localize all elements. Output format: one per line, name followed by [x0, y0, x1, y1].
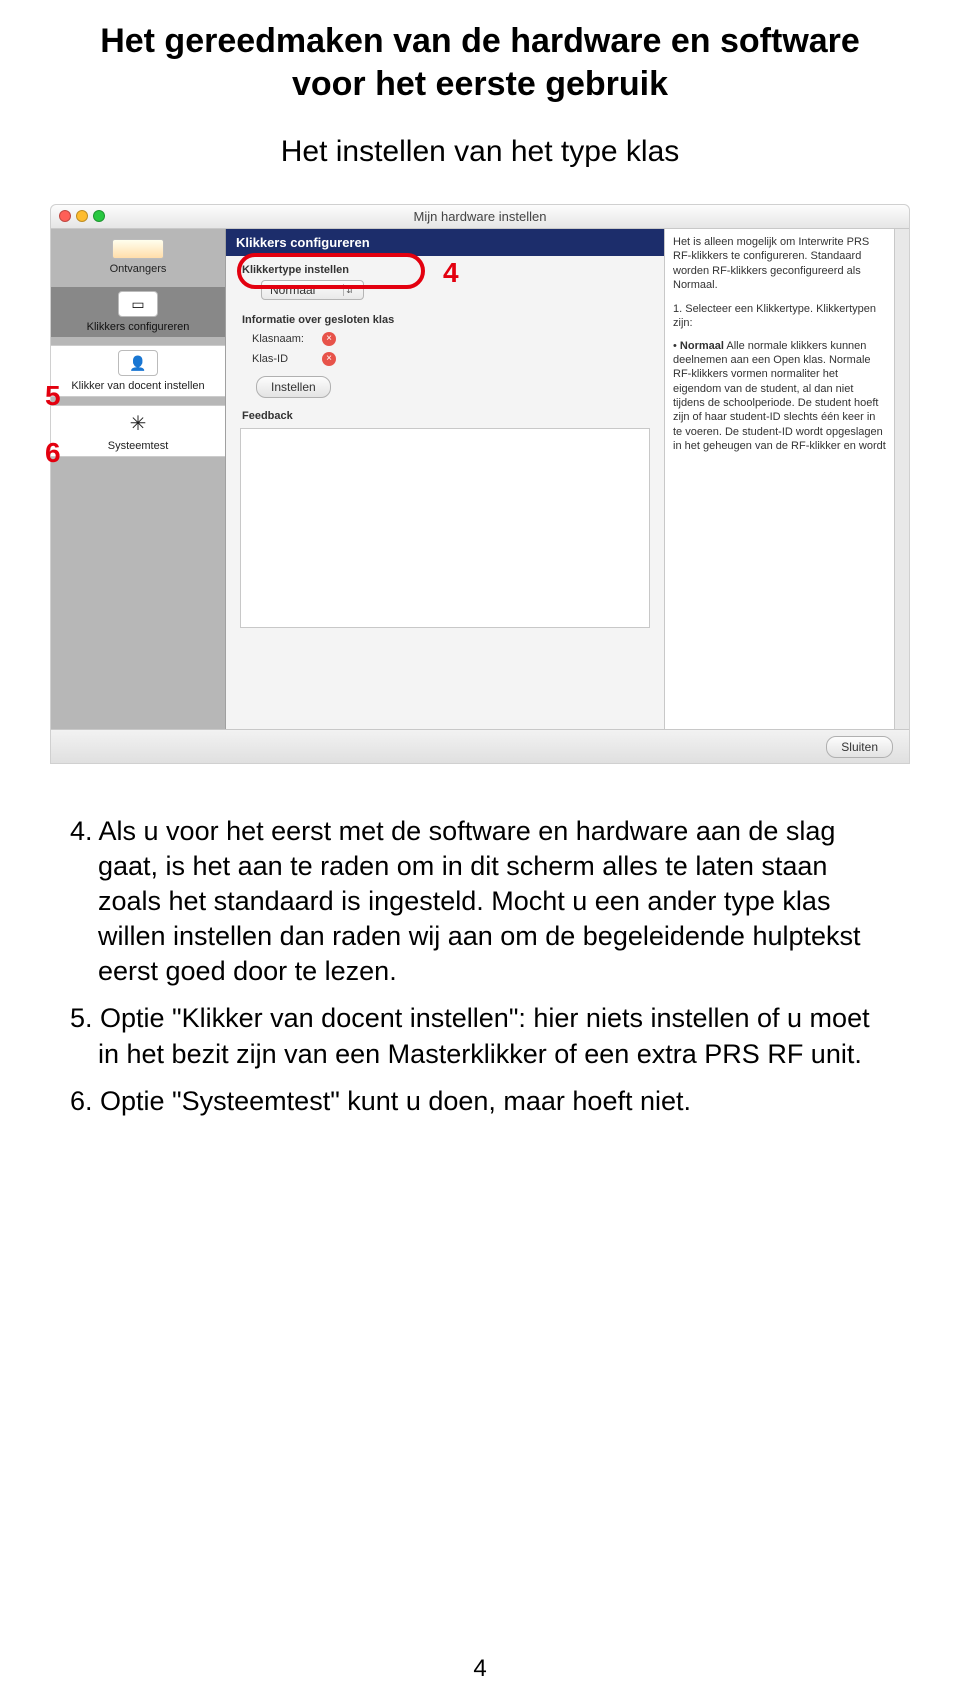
panel-header: Klikkers configureren [226, 229, 664, 256]
sidebar-item-docent-instellen[interactable]: 👤 Klikker van docent instellen [51, 345, 225, 397]
klasid-row: Klas-ID × [252, 352, 664, 366]
sidebar-item-ontvangers[interactable]: Ontvangers [51, 235, 225, 279]
window-footer: Sluiten [51, 729, 909, 763]
sluiten-button[interactable]: Sluiten [826, 736, 893, 758]
doc-subtitle: Het instellen van het type klas [50, 135, 910, 169]
help-bullet-title: Normaal [680, 340, 724, 352]
section-gesloten-klas: Informatie over gesloten klas [242, 314, 664, 326]
teacher-clicker-icon: 👤 [118, 350, 158, 376]
list-item-4: 4. Als u voor het eerst met de software … [70, 814, 890, 989]
sidebar-item-label: Systeemtest [108, 440, 169, 452]
systemtest-icon: ✳ [118, 410, 158, 436]
annotation-number-4: 4 [443, 257, 459, 289]
feedback-textbox[interactable] [240, 428, 650, 628]
sidebar-item-label: Klikker van docent instellen [71, 380, 204, 392]
help-step1: 1. Selecteer een Klikkertype. Klikkertyp… [673, 302, 886, 331]
clicker-icon: ▭ [118, 291, 158, 317]
klasnaam-row: Klasnaam: × [252, 332, 664, 346]
title-line2: voor het eerste gebruik [292, 65, 668, 103]
screenshot-window: Mijn hardware instellen Ontvangers ▭ Kli… [50, 204, 910, 764]
zoom-icon[interactable] [93, 210, 105, 222]
window-title: Mijn hardware instellen [414, 209, 547, 224]
annotation-number-5: 5 [45, 380, 61, 412]
sidebar-item-systeemtest[interactable]: ✳ Systeemtest [51, 405, 225, 457]
window-titlebar: Mijn hardware instellen [51, 205, 909, 229]
help-para1: Het is alleen mogelijk om Interwrite PRS… [673, 235, 886, 292]
klasid-label: Klas-ID [252, 353, 320, 365]
klikkertype-dropdown[interactable]: Normaal ⇵ [261, 280, 364, 300]
help-panel: Het is alleen mogelijk om Interwrite PRS… [664, 229, 894, 729]
title-line1: Het gereedmaken van de hardware en softw… [100, 22, 860, 60]
help-bullet: • Normaal Alle normale klikkers kunnen d… [673, 339, 886, 453]
dropdown-value: Normaal [270, 283, 315, 297]
usb-receiver-icon [112, 239, 164, 259]
clear-klasnaam-icon[interactable]: × [322, 332, 336, 346]
klasnaam-label: Klasnaam: [252, 333, 320, 345]
close-icon[interactable] [59, 210, 71, 222]
annotation-number-6: 6 [45, 437, 61, 469]
list-item-5: 5. Optie "Klikker van docent instellen":… [70, 1001, 890, 1071]
page-number: 4 [0, 1655, 960, 1683]
sidebar: Ontvangers ▭ Klikkers configureren 👤 Kli… [51, 229, 226, 729]
help-bullet-body: Alle normale klikkers kunnen deelnemen a… [673, 340, 886, 452]
doc-title: Het gereedmaken van de hardware en softw… [50, 20, 910, 105]
help-scrollbar[interactable] [894, 229, 909, 729]
minimize-icon[interactable] [76, 210, 88, 222]
center-pane: Klikkers configureren Klikkertype instel… [226, 229, 664, 729]
sidebar-item-label: Ontvangers [110, 263, 167, 275]
sidebar-item-label: Klikkers configureren [87, 321, 190, 333]
section-feedback: Feedback [242, 410, 664, 422]
instellen-button[interactable]: Instellen [256, 376, 331, 398]
clear-klasid-icon[interactable]: × [322, 352, 336, 366]
chevron-updown-icon: ⇵ [343, 284, 355, 296]
list-item-6: 6. Optie "Systeemtest" kunt u doen, maar… [70, 1084, 890, 1119]
sidebar-item-klikkers-configureren[interactable]: ▭ Klikkers configureren [51, 287, 225, 337]
traffic-lights [59, 210, 105, 222]
